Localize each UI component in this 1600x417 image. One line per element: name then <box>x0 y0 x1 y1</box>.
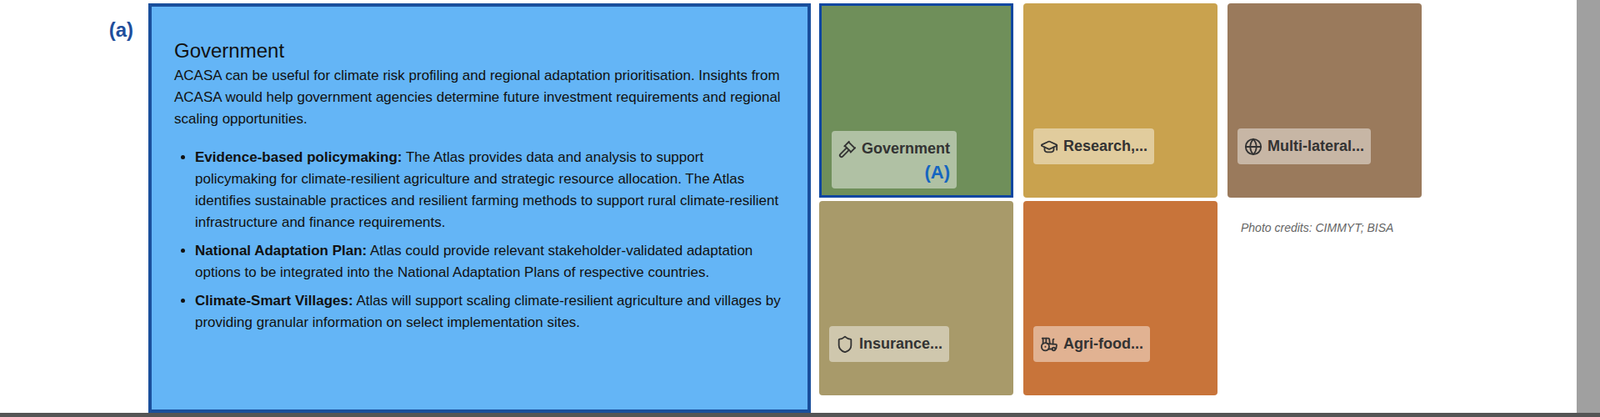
description-panel: GovernmentACASA can be useful for climat… <box>148 3 811 413</box>
tile-label: Agri-food... <box>1033 325 1150 362</box>
stakeholder-tile[interactable]: Multi-lateral... <box>1227 3 1422 198</box>
stakeholder-tile[interactable]: Agri-food... <box>1023 200 1218 395</box>
shield-icon <box>835 335 855 354</box>
panel-intro: ACASA can be useful for climate risk pro… <box>174 65 783 130</box>
panel-bullet: National Adaptation Plan: Atlas could pr… <box>195 240 783 284</box>
gavel-icon <box>838 140 857 159</box>
globe-icon <box>1244 137 1263 156</box>
photo-credits: Photo credits: CIMMYT; BISA <box>1240 220 1394 235</box>
page: (a) GovernmentACASA can be useful for cli… <box>0 0 1600 417</box>
tile-label: Insurance... <box>829 325 950 362</box>
graduation-cap-icon <box>1040 137 1059 156</box>
panel-title: Government <box>174 38 783 64</box>
scrollbar[interactable] <box>1576 0 1600 413</box>
stakeholder-tile[interactable]: Government(A) <box>819 3 1014 198</box>
tile-label: Research,... <box>1033 128 1155 165</box>
panel-bullet: Evidence-based policymaking: The Atlas p… <box>195 146 783 234</box>
stakeholder-tile[interactable]: Research,... <box>1023 3 1218 198</box>
tile-label: Multi-lateral... <box>1237 128 1371 165</box>
stakeholder-tile[interactable]: Insurance... <box>819 200 1014 395</box>
tile-label: Government(A) <box>831 130 957 189</box>
tractor-icon <box>1040 335 1059 354</box>
panel-bullet: Climate-Smart Villages: Atlas will suppo… <box>195 290 783 334</box>
tile-marker: (A) <box>924 163 950 182</box>
figure-label: (a) <box>109 15 134 413</box>
